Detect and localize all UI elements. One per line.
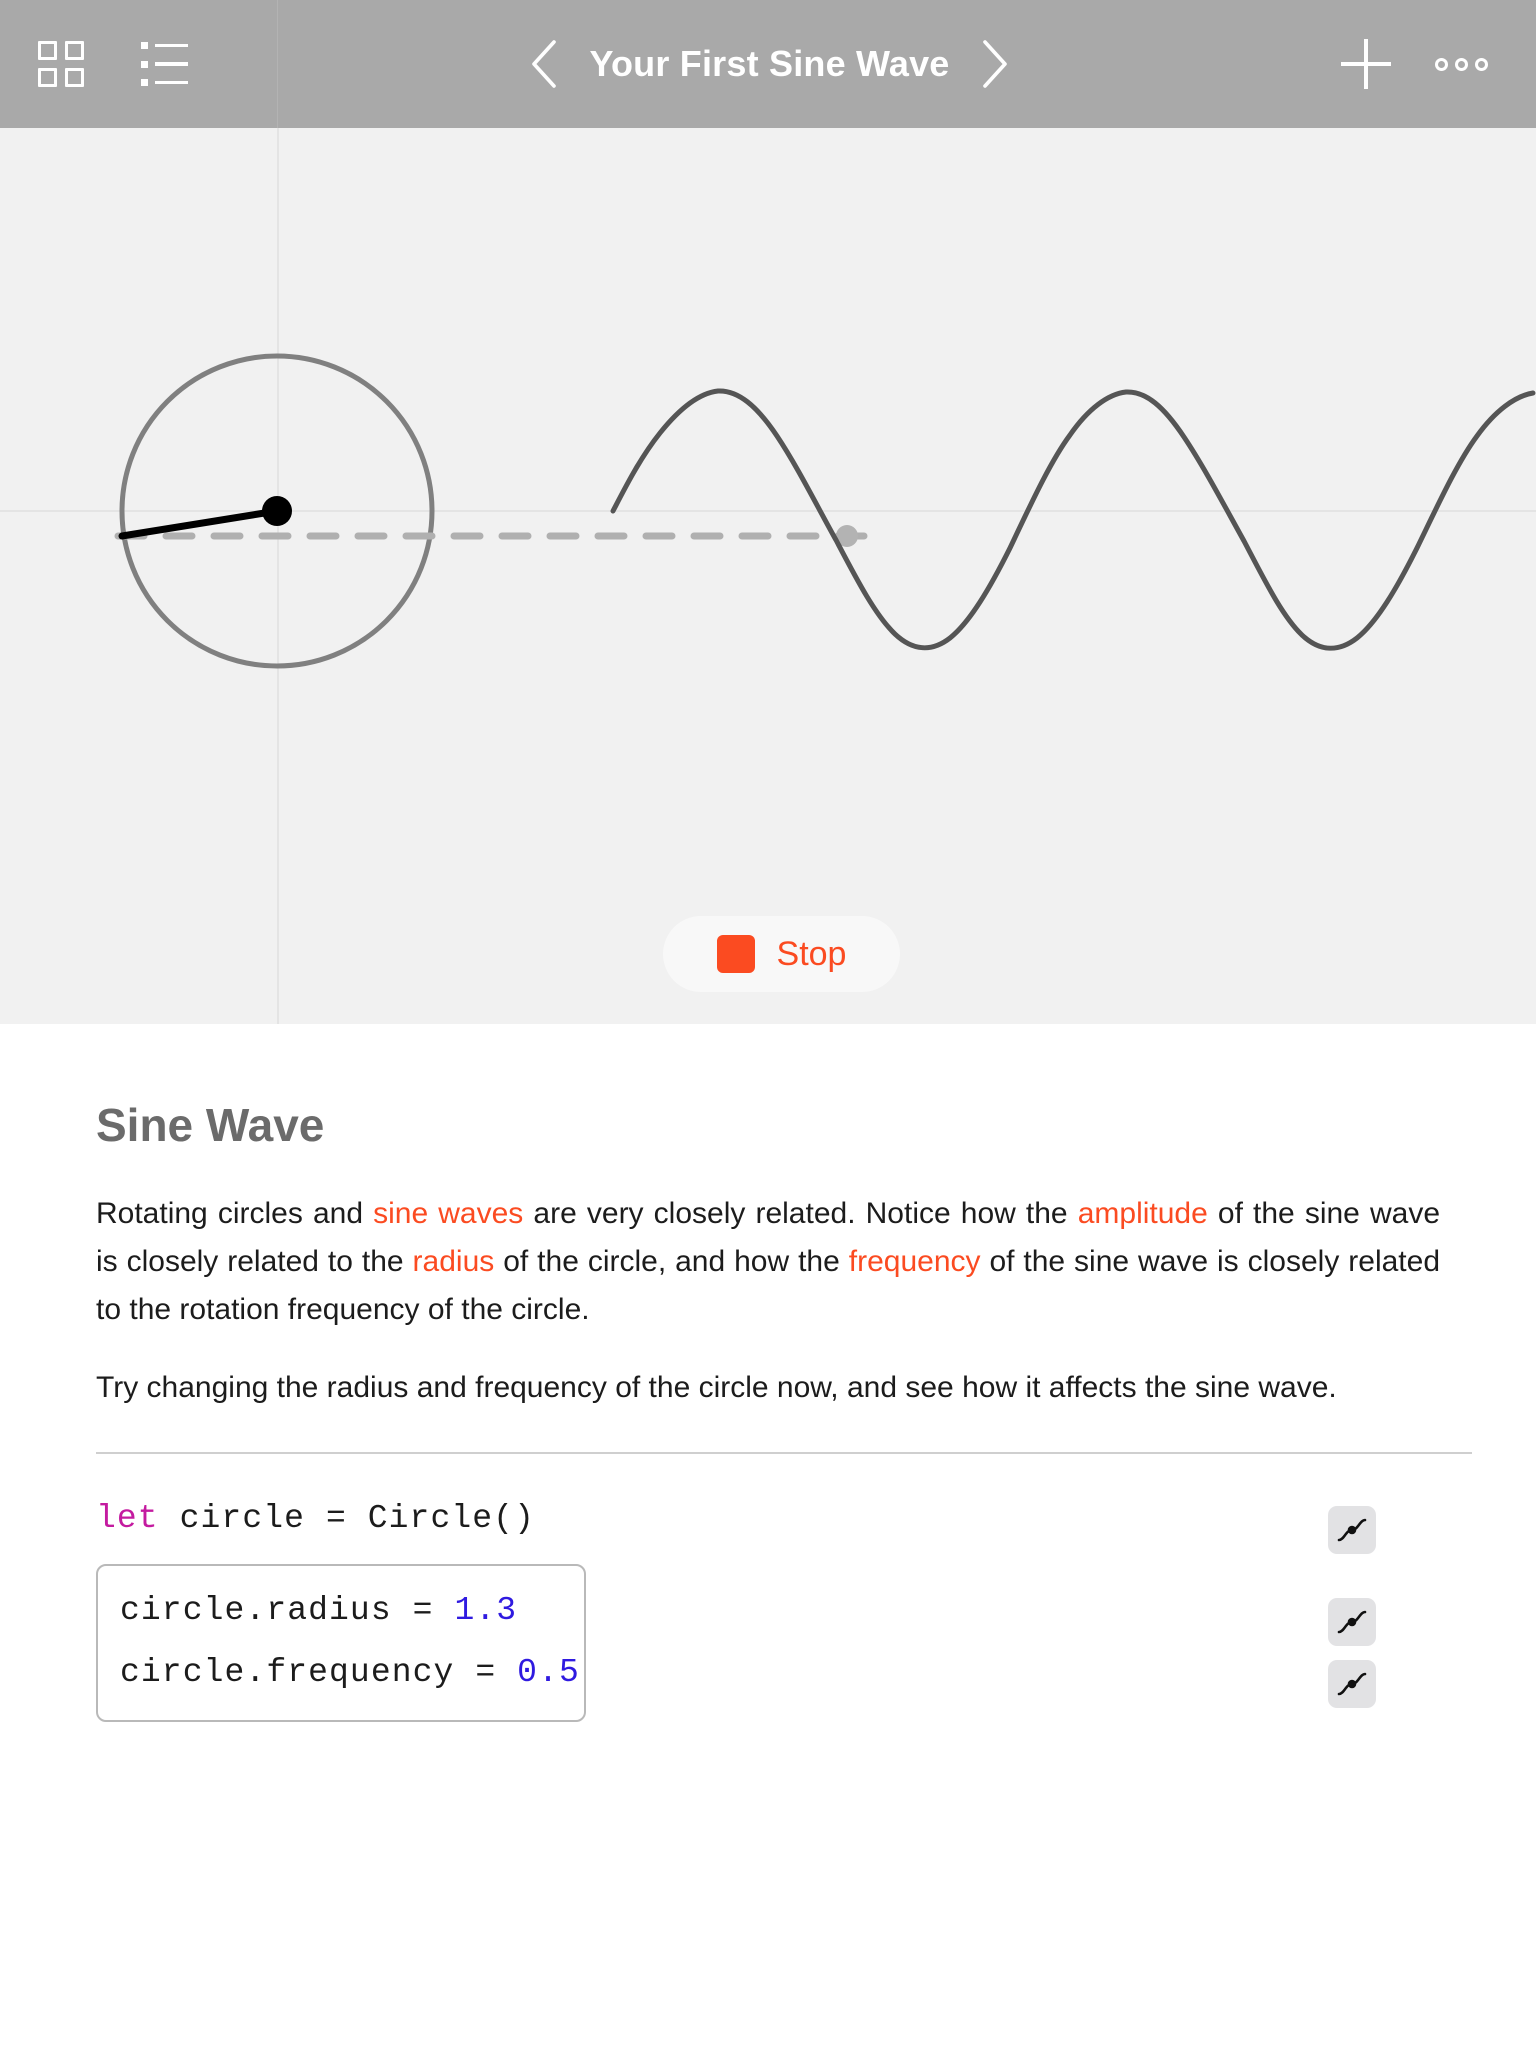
toolbar-center-group: Your First Sine Wave xyxy=(198,0,1341,128)
page-title: Your First Sine Wave xyxy=(589,43,950,84)
code-keyword-let: let xyxy=(96,1500,159,1537)
chevron-right-icon xyxy=(982,40,1007,88)
list-view-button[interactable] xyxy=(138,37,192,91)
show-result-button-3[interactable] xyxy=(1328,1660,1376,1708)
paragraph-1-highlight: radius xyxy=(412,1245,495,1278)
show-result-button-1[interactable] xyxy=(1328,1506,1376,1554)
paragraph-1-highlight: sine waves xyxy=(373,1197,524,1230)
more-options-button[interactable] xyxy=(1435,57,1488,71)
radius-arm xyxy=(118,507,281,540)
code-line-declaration[interactable]: let circle = Circle() xyxy=(96,1488,1472,1550)
toolbar: Your First Sine Wave xyxy=(0,0,1536,128)
code-radius-value[interactable]: 1.3 xyxy=(454,1592,517,1629)
stop-button-label: Stop xyxy=(776,934,847,973)
list-icon xyxy=(141,42,189,86)
paragraph-1: Rotating circles and sine waves are very… xyxy=(96,1190,1440,1334)
code-editable-box[interactable]: circle.radius = 1.3 circle.frequency = 0… xyxy=(96,1564,586,1722)
grid-icon xyxy=(38,41,84,87)
grid-view-button[interactable] xyxy=(34,37,88,91)
paragraph-1-text: of the circle, and how the xyxy=(494,1245,849,1278)
more-dot-1 xyxy=(1435,57,1448,71)
paragraph-1-text: are very closely related. Notice how the xyxy=(523,1197,1078,1230)
curve-result-icon xyxy=(1337,1518,1367,1542)
add-button[interactable] xyxy=(1341,39,1391,89)
paragraph-1-highlight: frequency xyxy=(848,1245,981,1278)
curve-result-icon xyxy=(1337,1610,1367,1634)
paragraph-2: Try changing the radius and frequency of… xyxy=(96,1371,1337,1404)
section-heading: Sine Wave xyxy=(96,1099,325,1151)
stop-button[interactable]: Stop xyxy=(663,916,900,992)
code-area: let circle = Circle() circle.radius = 1.… xyxy=(96,1488,1472,1722)
sine-wave-visualization xyxy=(0,128,1536,1024)
curve-result-icon xyxy=(1337,1672,1367,1696)
content-pane: Sine Wave Rotating circles and sine wave… xyxy=(0,1024,1536,2048)
sine-curve xyxy=(610,388,1536,651)
chevron-left-icon xyxy=(532,40,557,88)
playground-app: Your First Sine Wave Stop Sine Wave Rota… xyxy=(0,0,1536,2048)
more-dot-2 xyxy=(1455,57,1468,71)
toolbar-right-group xyxy=(1341,39,1536,89)
next-page-button[interactable] xyxy=(980,38,1010,90)
section-divider xyxy=(96,1452,1472,1454)
more-dot-3 xyxy=(1475,57,1488,71)
paragraph-1-highlight: amplitude xyxy=(1077,1197,1208,1230)
code-frequency-value[interactable]: 0.5 xyxy=(517,1654,580,1691)
code-frequency-label: circle.frequency = xyxy=(120,1654,518,1691)
code-line-radius[interactable]: circle.radius = 1.3 xyxy=(120,1580,562,1642)
code-line-frequency[interactable]: circle.frequency = 0.5 xyxy=(120,1642,579,1704)
stop-square-icon xyxy=(716,935,755,973)
code-radius-label: circle.radius = xyxy=(120,1592,455,1629)
show-result-button-2[interactable] xyxy=(1328,1598,1376,1646)
center-dot xyxy=(262,496,292,526)
paragraph-1-text: Rotating circles and xyxy=(96,1197,374,1230)
code-declaration-rest: circle = Circle() xyxy=(158,1500,535,1537)
live-view-canvas[interactable] xyxy=(0,128,1536,1024)
previous-page-button[interactable] xyxy=(529,38,559,90)
